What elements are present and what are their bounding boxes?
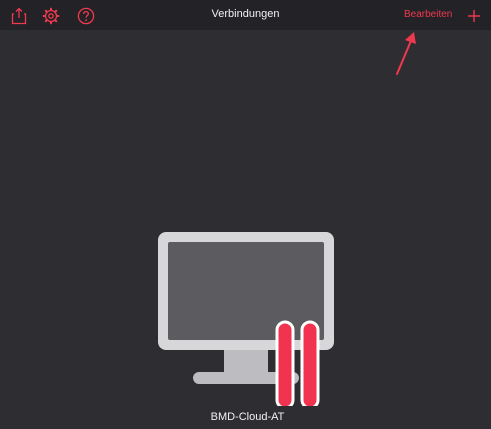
connection-name-label: BMD-Cloud-AT <box>210 411 285 423</box>
app-window: Verbindungen Bearbeiten BMD-Cloud-AT <box>0 0 491 429</box>
connection-tile-bmd-cloud-at[interactable]: BMD-Cloud-AT <box>150 226 345 426</box>
monitor-icon <box>158 232 334 410</box>
